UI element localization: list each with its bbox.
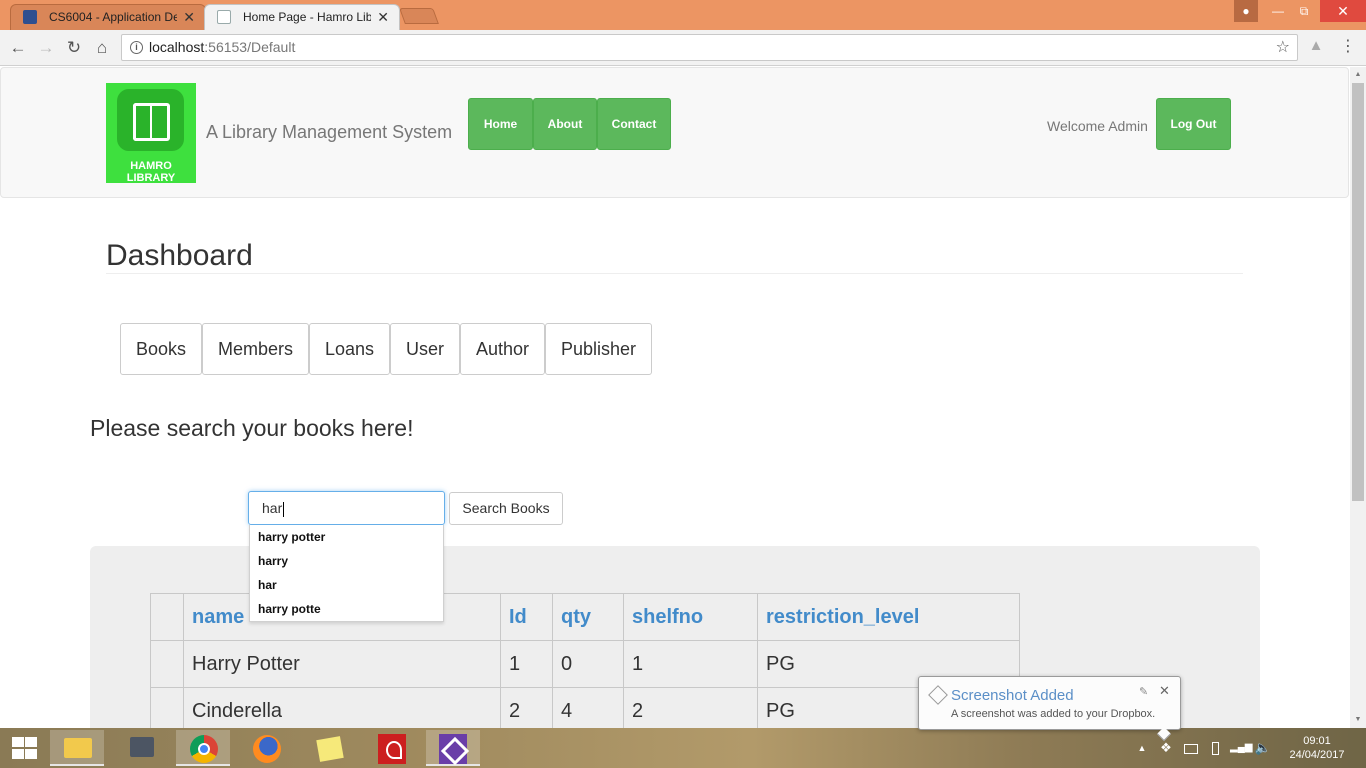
menu-books-button[interactable]: Books	[120, 323, 202, 375]
forward-arrow-icon[interactable]: →	[34, 36, 58, 60]
taskbar-clock[interactable]: 09:01 24/04/2017	[1280, 734, 1354, 762]
header-shelfno[interactable]: shelfno	[623, 593, 758, 641]
file-explorer-icon[interactable]	[50, 730, 104, 766]
scrollbar-thumb[interactable]	[1352, 83, 1364, 501]
new-tab-button[interactable]	[399, 8, 439, 24]
firefox-icon[interactable]	[240, 730, 294, 766]
autocomplete-item[interactable]: har	[250, 573, 443, 597]
chrome-menu-icon[interactable]: ⋮	[1338, 36, 1358, 58]
url-host: localhost	[149, 39, 205, 55]
page-scrollbar[interactable]: ▲ ▼	[1350, 67, 1366, 728]
tab-title: Home Page - Hamro Libr	[243, 10, 371, 24]
text-caret	[283, 501, 285, 517]
dropbox-tray-icon[interactable]: ❖	[1156, 736, 1176, 760]
menu-members-button[interactable]: Members	[202, 323, 309, 375]
browser-title-bar: CS6004 - Application De ✕ Home Page - Ha…	[0, 0, 1366, 30]
minimize-button[interactable]: —	[1266, 0, 1290, 22]
bookmark-star-icon[interactable]: ☆	[1276, 35, 1290, 60]
page-viewport: HAMRO LIBRARY A Library Management Syste…	[0, 67, 1350, 728]
title-divider	[106, 273, 1243, 274]
page-title: Dashboard	[106, 239, 253, 272]
tab-title: CS6004 - Application De	[49, 10, 177, 24]
table-cell-id: 2	[500, 687, 553, 728]
url-path: :56153/Default	[204, 39, 296, 55]
logout-button[interactable]: Log Out	[1156, 98, 1231, 150]
sticky-notes-icon[interactable]	[302, 730, 356, 766]
restore-button[interactable]: ⧉	[1292, 0, 1316, 22]
profile-icon[interactable]: ●	[1234, 0, 1258, 22]
window-close-button[interactable]: ✕	[1320, 0, 1366, 22]
battery-icon[interactable]	[1208, 736, 1222, 760]
notification-message: A screenshot was added to your Dropbox.	[951, 708, 1156, 720]
site-tagline: A Library Management System	[206, 122, 453, 142]
table-cell-qty: 0	[552, 640, 624, 688]
clock-time: 09:01	[1303, 735, 1331, 747]
menu-user-button[interactable]: User	[390, 323, 460, 375]
menu-author-button[interactable]: Author	[460, 323, 545, 375]
user-icon	[23, 10, 37, 24]
logo-text: HAMRO LIBRARY	[126, 160, 176, 184]
clock-date: 24/04/2017	[1289, 749, 1345, 761]
tab-close-icon[interactable]: ✕	[183, 5, 195, 29]
header-qty[interactable]: qty	[552, 593, 624, 641]
show-hidden-icons-chevron-icon[interactable]: ▲	[1134, 736, 1150, 760]
autocomplete-item[interactable]: harry potter	[250, 525, 443, 549]
table-cell-select[interactable]	[150, 640, 184, 688]
chrome-icon[interactable]	[176, 730, 230, 766]
browser-tab-cs6004[interactable]: CS6004 - Application De ✕	[10, 4, 206, 30]
network-signal-icon[interactable]: ▂▄▆	[1230, 736, 1252, 760]
pin-icon[interactable]: ✎	[1139, 685, 1148, 698]
browser-toolbar: ← → ↻ ⌂ i localhost:56153/Default ☆	[0, 30, 1366, 66]
home-icon[interactable]: ⌂	[90, 36, 114, 60]
table-row: Harry Potter 1 0 1 PG	[150, 640, 1020, 688]
search-books-button[interactable]: Search Books	[449, 492, 563, 525]
scroll-down-arrow-icon[interactable]: ▼	[1350, 712, 1366, 728]
autocomplete-item[interactable]: harry potte	[250, 597, 443, 621]
page-icon	[217, 10, 231, 24]
search-input-value: har	[262, 500, 283, 516]
notification-close-icon[interactable]: ✕	[1159, 683, 1170, 699]
drive-extension-icon[interactable]: ▲	[1306, 36, 1326, 56]
notification-title: Screenshot Added	[951, 687, 1074, 704]
header-id[interactable]: Id	[500, 593, 553, 641]
table-cell-shelfno: 2	[623, 687, 758, 728]
acrobat-reader-icon[interactable]	[364, 730, 418, 766]
volume-icon[interactable]: 🔈	[1254, 736, 1272, 760]
nav-contact-button[interactable]: Contact	[597, 98, 671, 150]
table-row: Cinderella 2 4 2 PG	[150, 687, 1020, 728]
nav-home-button[interactable]: Home	[468, 98, 533, 150]
menu-publisher-button[interactable]: Publisher	[545, 323, 652, 375]
dropbox-icon	[928, 685, 948, 705]
table-cell-id: 1	[500, 640, 553, 688]
info-icon[interactable]: i	[130, 41, 143, 54]
menu-loans-button[interactable]: Loans	[309, 323, 390, 375]
table-cell-shelfno: 1	[623, 640, 758, 688]
autocomplete-item[interactable]: harry	[250, 549, 443, 573]
welcome-text: Welcome Admin	[1047, 118, 1148, 134]
table-cell-qty: 4	[552, 687, 624, 728]
browser-tab-home-page[interactable]: Home Page - Hamro Libr ✕	[204, 4, 400, 30]
header-restriction-level[interactable]: restriction_level	[757, 593, 1020, 641]
scroll-up-arrow-icon[interactable]: ▲	[1350, 67, 1366, 83]
book-search-input[interactable]: har	[248, 491, 445, 525]
address-bar[interactable]: i localhost:56153/Default ☆	[121, 34, 1298, 61]
tab-close-icon[interactable]: ✕	[377, 5, 389, 29]
dropbox-notification[interactable]: Screenshot Added A screenshot was added …	[918, 676, 1181, 742]
reload-icon[interactable]: ↻	[62, 36, 86, 60]
back-arrow-icon[interactable]: ←	[6, 36, 30, 60]
search-heading: Please search your books here!	[90, 415, 414, 441]
nav-about-button[interactable]: About	[533, 98, 597, 150]
system-tool-icon[interactable]	[114, 730, 168, 766]
table-cell-name: Cinderella	[183, 687, 501, 728]
autocomplete-dropdown: harry potter harry har harry potte	[249, 525, 444, 622]
visual-studio-icon[interactable]	[426, 730, 480, 766]
site-header: HAMRO LIBRARY A Library Management Syste…	[0, 67, 1349, 198]
header-select	[150, 593, 184, 641]
table-cell-select[interactable]	[150, 687, 184, 728]
keyboard-icon[interactable]	[1182, 736, 1200, 760]
table-cell-name: Harry Potter	[183, 640, 501, 688]
hamro-library-logo[interactable]: HAMRO LIBRARY	[106, 83, 196, 184]
book-icon	[117, 89, 184, 151]
windows-start-icon[interactable]	[10, 736, 38, 760]
